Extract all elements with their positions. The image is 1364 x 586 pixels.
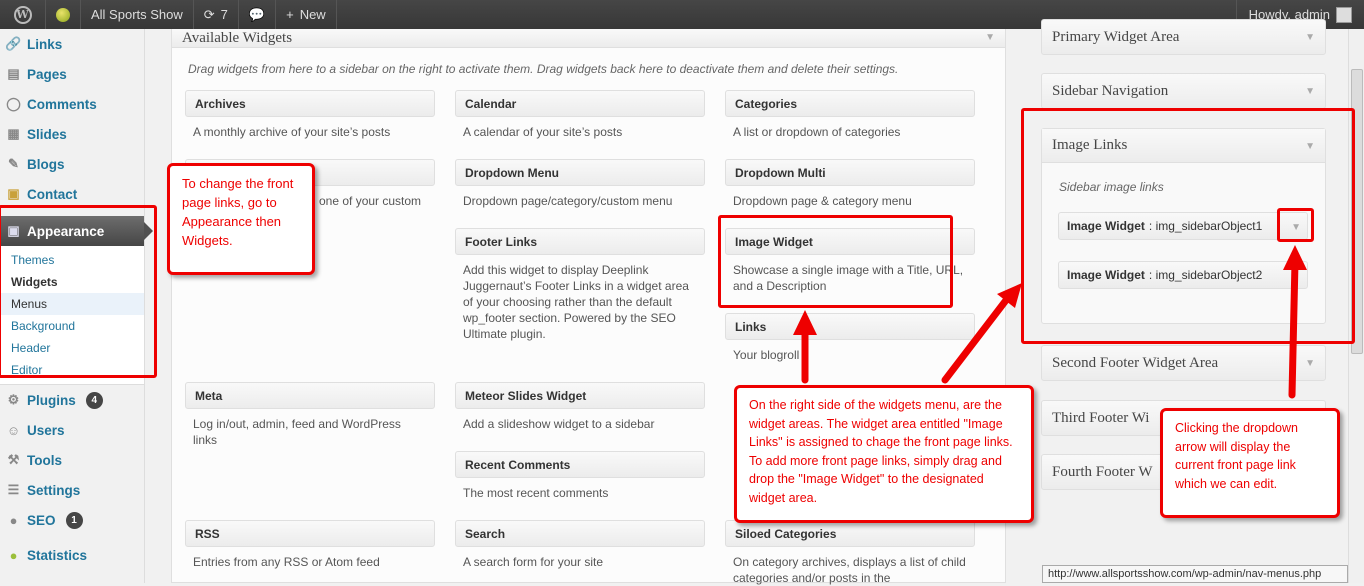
arrow-to-image-links xyxy=(941,291,1014,384)
arrow-to-dropdown xyxy=(1288,258,1299,399)
arrowhead-icon xyxy=(1283,245,1307,270)
arrowhead-icon xyxy=(793,310,817,335)
callout-appearance: To change the front page links, go to Ap… xyxy=(167,163,315,275)
callout-dropdown: Clicking the dropdown arrow will display… xyxy=(1160,408,1340,518)
callout-widget-areas: On the right side of the widgets menu, a… xyxy=(734,385,1034,523)
